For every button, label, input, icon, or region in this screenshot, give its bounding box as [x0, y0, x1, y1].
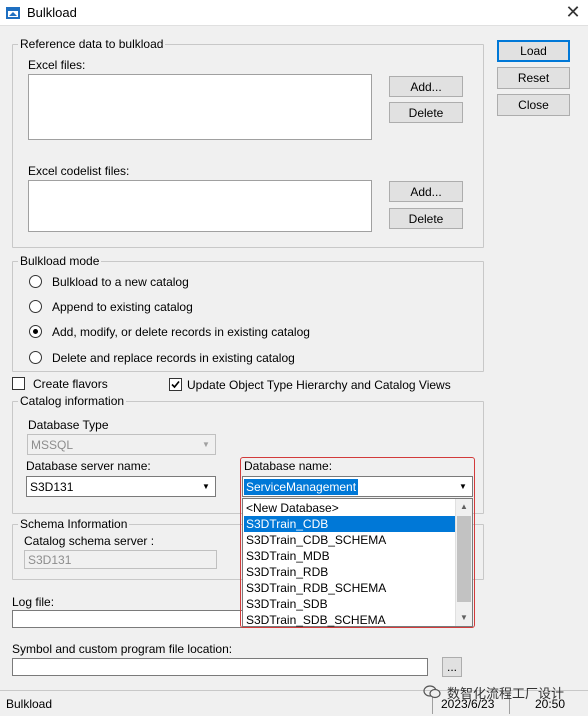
reset-button-label: Reset — [517, 71, 550, 85]
radio-add-modify-delete-label: Add, modify, or delete records in existi… — [52, 325, 310, 339]
database-name-dropdown[interactable]: <New Database> S3DTrain_CDB S3DTrain_CDB… — [242, 498, 473, 627]
create-flavors-label: Create flavors — [33, 377, 108, 391]
dropdown-option[interactable]: S3DTrain_MDB — [244, 548, 458, 564]
delete-codelist-label: Delete — [408, 211, 444, 226]
database-name-combo[interactable]: ServiceManagement ▼ — [242, 476, 473, 497]
dropdown-option[interactable]: S3DTrain_SDB_SCHEMA — [244, 612, 458, 628]
app-icon — [6, 7, 20, 19]
radio-append-catalog[interactable] — [29, 300, 42, 313]
dropdown-option[interactable]: S3DTrain_RDB — [244, 564, 458, 580]
radio-append-catalog-label: Append to existing catalog — [52, 300, 193, 314]
symbol-location-input[interactable] — [12, 658, 428, 676]
excel-codelist-label: Excel codelist files: — [28, 164, 130, 178]
radio-delete-replace[interactable] — [29, 351, 42, 364]
scrollbar-thumb[interactable] — [457, 516, 471, 602]
scroll-down-icon[interactable]: ▼ — [456, 610, 472, 626]
load-button[interactable]: Load — [497, 40, 570, 62]
catalog-info-legend: Catalog information — [18, 394, 127, 408]
excel-files-list[interactable] — [28, 74, 372, 140]
add-codelist-button[interactable]: Add... — [389, 181, 463, 202]
radio-delete-replace-label: Delete and replace records in existing c… — [52, 351, 295, 365]
add-excel-label: Add... — [410, 79, 442, 94]
server-name-value: S3D131 — [30, 480, 74, 494]
database-name-label: Database name: — [244, 459, 333, 473]
update-hierarchy-checkbox[interactable] — [169, 378, 182, 391]
status-app-name: Bulkload — [6, 697, 53, 711]
delete-excel-label: Delete — [408, 105, 444, 120]
chevron-down-icon[interactable]: ▼ — [198, 478, 214, 495]
title-bar — [0, 0, 588, 26]
wechat-icon — [423, 685, 441, 699]
browse-button-label: ... — [446, 660, 457, 674]
close-button-label: Close — [518, 98, 549, 112]
update-hierarchy-label: Update Object Type Hierarchy and Catalog… — [187, 378, 451, 392]
load-button-label: Load — [520, 44, 547, 58]
dropdown-option[interactable]: S3DTrain_SDB — [244, 596, 458, 612]
db-type-value: MSSQL — [31, 438, 74, 452]
dropdown-option[interactable]: S3DTrain_CDB_SCHEMA — [244, 532, 458, 548]
reset-button[interactable]: Reset — [497, 67, 570, 89]
radio-new-catalog[interactable] — [29, 275, 42, 288]
dropdown-option-selected[interactable]: S3DTrain_CDB — [244, 516, 458, 532]
symbol-location-label: Symbol and custom program file location: — [12, 642, 233, 656]
radio-add-modify-delete[interactable] — [29, 325, 42, 338]
watermark: 数智化流程工厂设计 — [423, 678, 588, 706]
delete-codelist-button[interactable]: Delete — [389, 208, 463, 229]
add-excel-button[interactable]: Add... — [389, 76, 463, 97]
schema-server-field: S3D131 — [24, 550, 217, 569]
chevron-down-icon: ▼ — [198, 436, 214, 453]
bulkload-mode-legend: Bulkload mode — [18, 254, 102, 268]
dropdown-scrollbar[interactable]: ▲ ▼ — [455, 499, 472, 626]
server-name-label: Database server name: — [26, 459, 151, 473]
excel-codelist-list[interactable] — [28, 180, 372, 232]
browse-button[interactable]: ... — [442, 657, 462, 677]
chevron-down-icon[interactable]: ▼ — [455, 478, 471, 495]
db-type-label: Database Type — [28, 418, 109, 432]
excel-files-label: Excel files: — [28, 58, 86, 72]
database-name-value: ServiceManagement — [244, 479, 359, 495]
log-file-label: Log file: — [12, 595, 55, 609]
server-name-combo[interactable]: S3D131 ▼ — [26, 476, 216, 497]
close-icon[interactable]: ✕ — [558, 0, 588, 26]
close-button[interactable]: Close — [497, 94, 570, 116]
watermark-text: 数智化流程工厂设计 — [447, 685, 565, 701]
add-codelist-label: Add... — [410, 184, 442, 199]
schema-server-value: S3D131 — [28, 553, 72, 567]
checkmark-icon — [171, 380, 180, 389]
reference-data-legend: Reference data to bulkload — [18, 37, 166, 51]
schema-server-label: Catalog schema server : — [24, 534, 155, 548]
create-flavors-checkbox[interactable] — [12, 377, 25, 390]
radio-new-catalog-label: Bulkload to a new catalog — [52, 275, 189, 289]
db-type-combo: MSSQL ▼ — [27, 434, 216, 455]
delete-excel-button[interactable]: Delete — [389, 102, 463, 123]
dropdown-option[interactable]: S3DTrain_RDB_SCHEMA — [244, 580, 458, 596]
schema-info-legend: Schema Information — [18, 517, 130, 531]
scroll-up-icon[interactable]: ▲ — [456, 499, 472, 515]
window-title: Bulkload — [27, 5, 77, 20]
dropdown-option[interactable]: <New Database> — [244, 500, 458, 516]
